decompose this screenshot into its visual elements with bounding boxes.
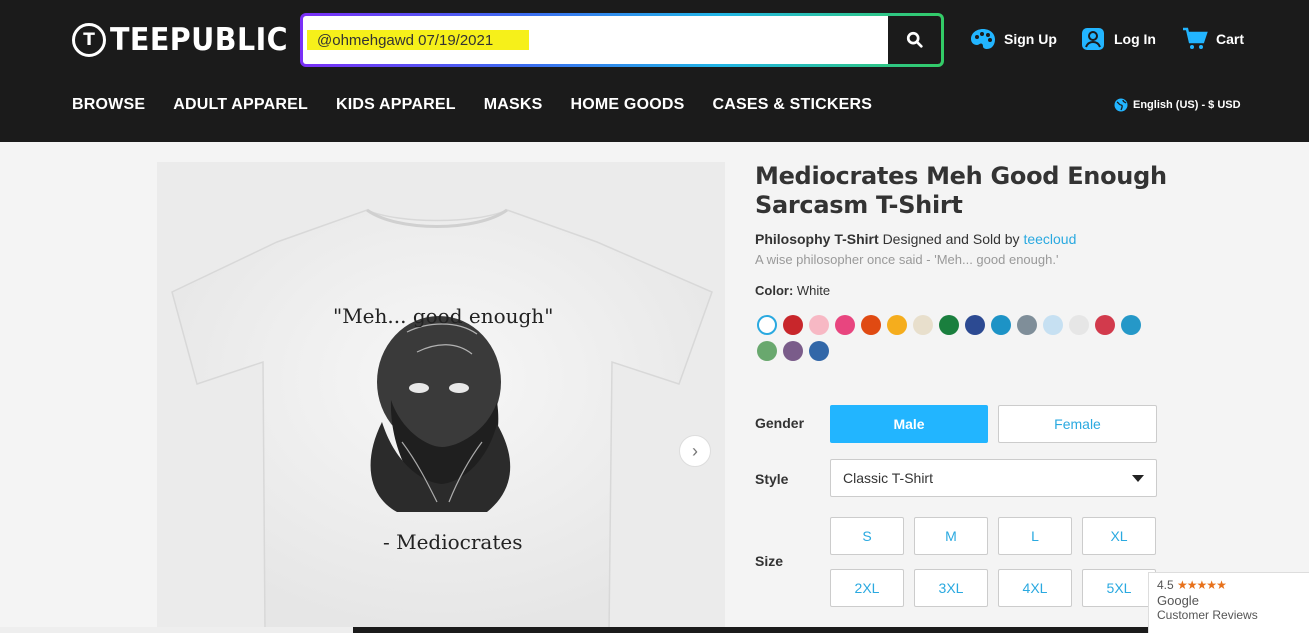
size-m-button[interactable]: M [914,517,988,555]
gender-female-button[interactable]: Female [998,405,1157,443]
designed-by-text: Designed and Sold by [882,231,1020,247]
color-swatch[interactable] [1095,315,1115,335]
palette-icon [970,26,996,52]
search-button[interactable] [888,16,941,64]
style-select-value: Classic T-Shirt [843,470,933,486]
log-in-label: Log In [1114,31,1156,47]
search-icon [906,31,923,48]
size-2xl-button[interactable]: 2XL [830,569,904,607]
color-swatch[interactable] [965,315,985,335]
color-swatch[interactable] [757,315,777,335]
search-input-value: @ohmehgawd 07/19/2021 [317,31,494,49]
product-subline: Philosophy T-Shirt Designed and Sold by … [755,231,1076,247]
color-swatch[interactable] [1069,315,1089,335]
gender-label: Gender [755,415,805,431]
size-3xl-button[interactable]: 3XL [914,569,988,607]
nav-masks[interactable]: MASKS [484,96,543,114]
color-swatch[interactable] [809,315,829,335]
color-swatch[interactable] [991,315,1011,335]
color-value: White [796,283,831,298]
designer-link[interactable]: teecloud [1023,231,1076,247]
size-5xl-button[interactable]: 5XL [1082,569,1156,607]
color-swatch[interactable] [939,315,959,335]
color-swatch[interactable] [887,315,907,335]
style-label: Style [755,471,789,487]
color-swatch[interactable] [913,315,933,335]
chevron-right-icon: › [692,440,698,461]
globe-icon [1114,98,1128,112]
locale-selector[interactable]: English (US) - $ USD [1114,98,1241,112]
bottom-strip [0,627,1148,633]
google-reviews-badge[interactable]: 4.5 ★★★★★ Google Customer Reviews [1148,572,1309,633]
color-swatch[interactable] [757,341,777,361]
nav-cases-stickers[interactable]: CASES & STICKERS [713,96,873,114]
product-category[interactable]: Philosophy T-Shirt [755,231,879,247]
shirt-attribution-text: - Mediocrates [383,530,523,554]
google-label: Google [1157,593,1199,608]
product-description: A wise philosopher once said - 'Meh... g… [755,252,1059,267]
size-s-button[interactable]: S [830,517,904,555]
site-header: T TEEPUBLIC @ohmehgawd 07/19/2021 Sign U… [0,0,1309,142]
size-label: Size [755,553,784,569]
locale-label: English (US) - $ USD [1133,99,1241,111]
google-rating: 4.5 [1157,578,1174,592]
tshirt-illustration [171,208,713,633]
color-swatch[interactable] [783,315,803,335]
main-nav: BROWSE ADULT APPAREL KIDS APPAREL MASKS … [72,96,872,114]
color-swatch[interactable] [835,315,855,335]
color-label-line: Color: White [755,283,830,298]
search-input[interactable]: @ohmehgawd 07/19/2021 [303,16,888,64]
user-icon [1080,26,1106,52]
cart-icon [1182,26,1208,52]
customer-reviews-label: Customer Reviews [1157,608,1258,622]
caret-down-icon [1132,474,1144,482]
nav-home-goods[interactable]: HOME GOODS [570,96,684,114]
color-swatch[interactable] [783,341,803,361]
color-swatch[interactable] [861,315,881,335]
color-label: Color: [755,283,794,298]
star-rating-icon: ★★★★★ [1177,578,1227,592]
sign-up-label: Sign Up [1004,31,1057,47]
color-swatch[interactable] [1043,315,1063,335]
size-l-button[interactable]: L [998,517,1072,555]
color-swatches [757,315,1157,361]
nav-kids-apparel[interactable]: KIDS APPAREL [336,96,456,114]
style-select[interactable]: Classic T-Shirt [830,459,1157,497]
size-xl-button[interactable]: XL [1082,517,1156,555]
search-bar: @ohmehgawd 07/19/2021 [300,13,944,67]
log-in-link[interactable]: Log In [1080,26,1156,52]
color-swatch[interactable] [1017,315,1037,335]
color-swatch[interactable] [1121,315,1141,335]
product-image[interactable]: "Meh... good enough" - Mediocrates [157,162,725,633]
sign-up-link[interactable]: Sign Up [970,26,1057,52]
gender-male-button[interactable]: Male [830,405,988,443]
color-swatch[interactable] [809,341,829,361]
nav-adult-apparel[interactable]: ADULT APPAREL [173,96,308,114]
nav-browse[interactable]: BROWSE [72,96,145,114]
product-title: Mediocrates Meh Good Enough Sarcasm T-Sh… [755,162,1167,219]
cart-link[interactable]: Cart [1182,26,1244,52]
size-4xl-button[interactable]: 4XL [998,569,1072,607]
cart-label: Cart [1216,31,1245,47]
logo-text: TEEPUBLIC [110,22,289,58]
next-image-button[interactable]: › [679,435,711,467]
teepublic-logo[interactable]: T TEEPUBLIC [72,22,304,58]
logo-tshirt-icon: T [72,23,106,57]
shirt-quote-text: "Meh... good enough" [333,304,554,328]
